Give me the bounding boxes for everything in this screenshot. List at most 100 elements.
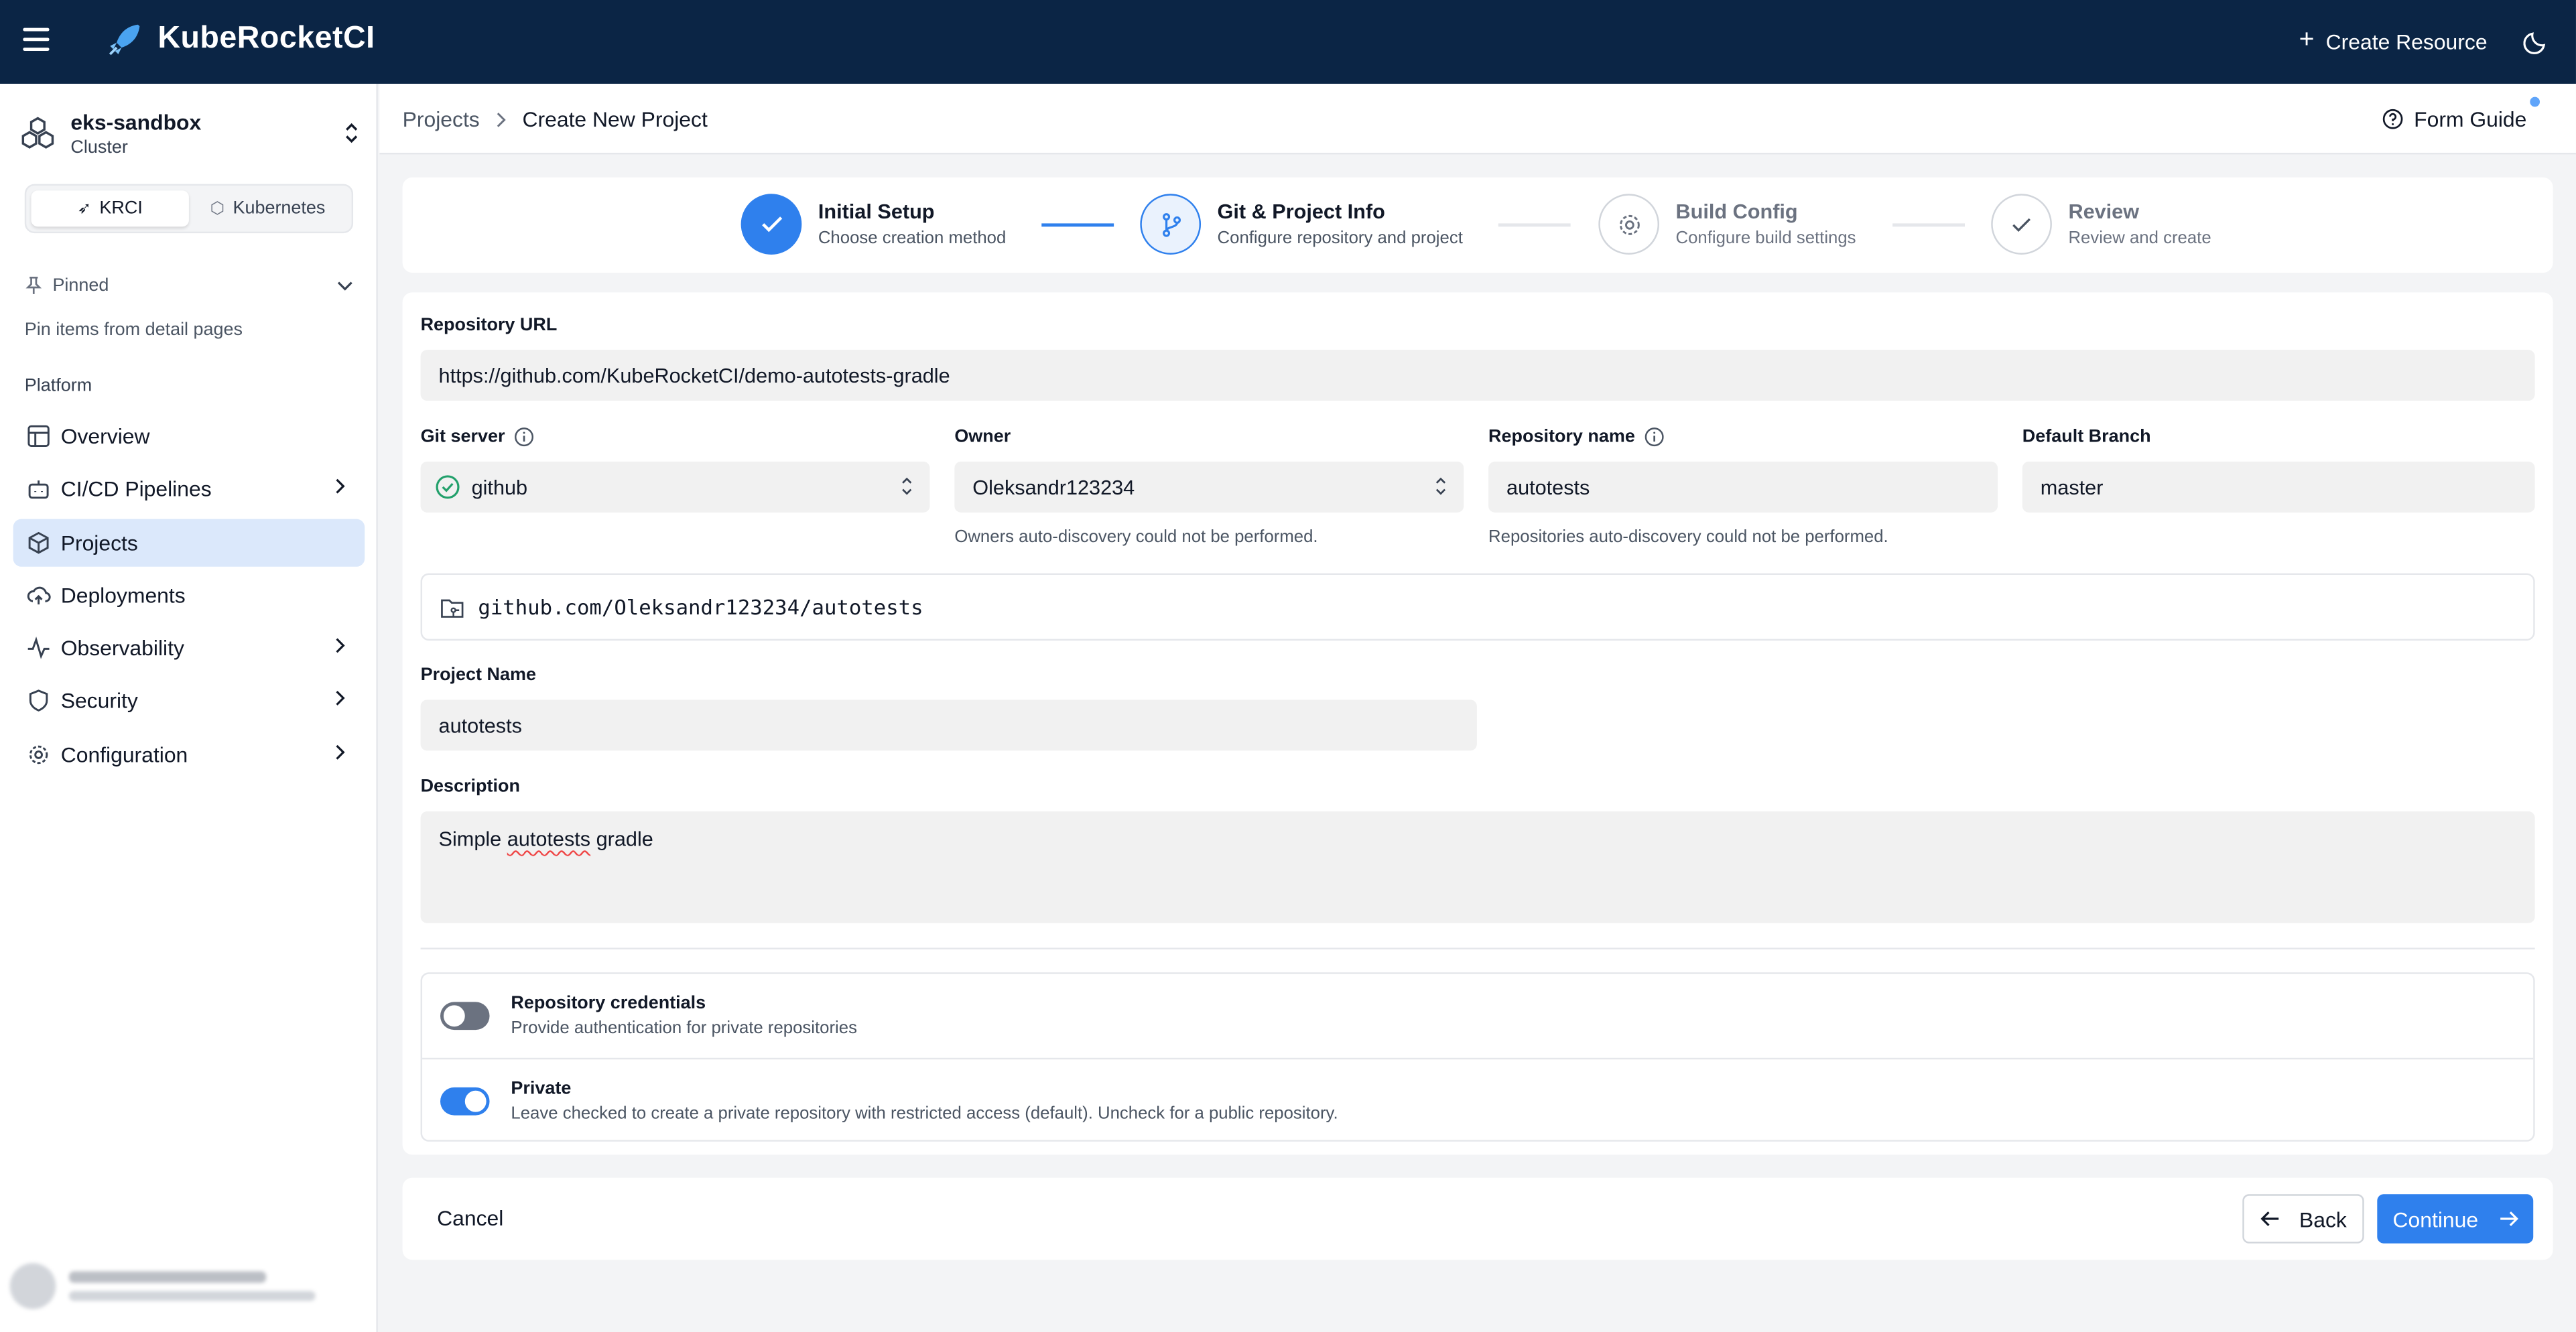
moon-icon[interactable] [2523, 28, 2550, 54]
rocket-icon: ➶ [77, 199, 92, 218]
private-desc: Leave checked to create a private reposi… [511, 1103, 1338, 1123]
description-text-2: autotests [507, 827, 591, 851]
avatar [9, 1263, 56, 1309]
shield-icon [29, 690, 48, 713]
sidebar-item-label: Projects [60, 529, 138, 555]
layout-icon [27, 425, 50, 448]
git-branch-icon [1140, 194, 1202, 255]
pinned-label: Pinned [52, 275, 109, 296]
step-subtitle: Review and create [2068, 228, 2211, 249]
folder-git-icon [441, 598, 464, 617]
project-name-label: Project Name [420, 665, 536, 685]
git-server-label: Git server [421, 427, 535, 447]
segment-kubernetes[interactable]: ⬡ Kubernetes [189, 190, 346, 226]
sidebar-item-label: Overview [60, 423, 150, 449]
info-icon[interactable] [515, 427, 534, 447]
breadcrumb-projects[interactable]: Projects [403, 107, 480, 131]
rocket-logo-icon [109, 24, 140, 56]
step-git-project-info[interactable]: Git & Project Info Configure repository … [1140, 194, 1463, 255]
repo-path-text: github.com/Oleksandr123234/autotests [478, 594, 923, 620]
step-build-config[interactable]: Build Config Configure build settings [1598, 194, 1856, 255]
repo-path-preview: github.com/Oleksandr123234/autotests [420, 573, 2535, 641]
cloud-upload-icon [27, 586, 51, 604]
cluster-switcher[interactable]: eks-sandbox Cluster [19, 107, 365, 159]
step-review[interactable]: Review Review and create [1991, 194, 2211, 255]
brand-name: KubeRocketCI [157, 21, 375, 56]
description-text-1: Simple [438, 827, 507, 851]
menu-icon[interactable] [23, 27, 50, 51]
sidebar-item-overview[interactable]: Overview [13, 412, 365, 460]
plus-icon: + [2299, 26, 2315, 54]
sidebar-item-label: CI/CD Pipelines [60, 476, 212, 502]
cluster-type: Cluster [70, 137, 128, 157]
create-resource-button[interactable]: + Create Resource [2299, 26, 2488, 54]
back-button[interactable]: Back [2242, 1194, 2364, 1244]
cancel-button[interactable]: Cancel [437, 1205, 503, 1230]
repo-name-label: Repository name [1488, 427, 1665, 447]
breadcrumb: Projects Create New Project Form Guide [379, 84, 2576, 155]
check-circle-icon [436, 475, 460, 499]
owner-help-text: Owners auto-discovery could not be perfo… [954, 527, 1318, 547]
owner-select[interactable]: Oleksandr123234 [954, 461, 1464, 513]
repo-url-label: Repository URL [420, 315, 558, 336]
repo-name-label-text: Repository name [1488, 427, 1635, 447]
sidebar-item-configuration[interactable]: Configuration [13, 730, 365, 778]
description-textarea[interactable]: Simple autotests gradle [420, 811, 2535, 923]
divider [420, 947, 2535, 949]
chevrons-up-down-icon [902, 477, 912, 495]
sidebar-nav: Overview CI/CD Pipelines Projects Deploy… [13, 412, 365, 783]
sidebar-item-label: Deployments [60, 583, 186, 608]
notification-dot [2530, 96, 2540, 107]
step-initial-setup[interactable]: Initial Setup Choose creation method [740, 194, 1006, 255]
repo-name-input[interactable]: autotests [1488, 461, 1998, 513]
segment-krci[interactable]: ➶ KRCI [31, 190, 189, 227]
sidebar-item-cicd-pipelines[interactable]: CI/CD Pipelines [13, 466, 365, 513]
project-form: Repository URL https://github.com/KubeRo… [402, 292, 2553, 1155]
info-icon[interactable] [1645, 427, 1665, 447]
chevron-right-icon [336, 744, 345, 760]
pinned-section-toggle[interactable]: Pinned [25, 276, 353, 295]
sidebar-item-security[interactable]: Security [13, 677, 365, 725]
bot-icon [28, 480, 49, 500]
credentials-row: Repository credentials Provide authentic… [422, 974, 2533, 1058]
step-connector [1041, 223, 1114, 227]
activity-icon [27, 637, 50, 660]
pin-icon [25, 276, 42, 294]
continue-button[interactable]: Continue [2377, 1194, 2534, 1244]
private-toggle[interactable] [440, 1086, 490, 1115]
sidebar-item-deployments[interactable]: Deployments [13, 572, 365, 619]
step-title: Git & Project Info [1217, 200, 1385, 224]
owner-label: Owner [954, 427, 1011, 447]
form-guide-label: Form Guide [2414, 107, 2527, 132]
brand[interactable]: KubeRocketCI [105, 19, 375, 59]
chevrons-up-down-icon [1435, 477, 1446, 495]
sidebar-item-observability[interactable]: Observability [13, 624, 365, 672]
breadcrumb-current: Create New Project [522, 107, 708, 132]
credentials-title: Repository credentials [511, 994, 706, 1014]
project-name-input[interactable]: autotests [420, 700, 1477, 751]
check-icon [740, 194, 802, 255]
mode-toggle: ➶ KRCI ⬡ Kubernetes [24, 184, 354, 234]
owner-value: Oleksandr123234 [972, 475, 1135, 499]
check-icon [1991, 194, 2052, 255]
sidebar-item-label: Security [60, 689, 138, 714]
cube-icon: ⬡ [210, 199, 225, 218]
git-server-select[interactable]: github [420, 461, 930, 513]
chevron-right-icon [336, 638, 345, 653]
form-footer: Cancel Back Continue [402, 1177, 2553, 1260]
git-server-value: github [471, 475, 528, 499]
user-menu[interactable] [9, 1255, 362, 1317]
credentials-toggle[interactable] [440, 1002, 490, 1030]
sidebar-item-projects[interactable]: Projects [13, 518, 365, 566]
cluster-name: eks-sandbox [70, 109, 202, 134]
repo-help-text: Repositories auto-discovery could not be… [1488, 527, 1888, 547]
repo-url-input[interactable]: https://github.com/KubeRocketCI/demo-aut… [420, 350, 2535, 401]
description-text-3: gradle [590, 827, 653, 851]
default-branch-input[interactable]: master [2022, 461, 2535, 513]
private-title: Private [511, 1078, 572, 1098]
main-content: Projects Create New Project Form Guide I… [379, 84, 2576, 1332]
form-guide-button[interactable]: Form Guide [2383, 107, 2527, 132]
description-label: Description [420, 777, 520, 797]
step-title: Review [2068, 200, 2140, 224]
private-row: Private Leave checked to create a privat… [422, 1057, 2534, 1142]
